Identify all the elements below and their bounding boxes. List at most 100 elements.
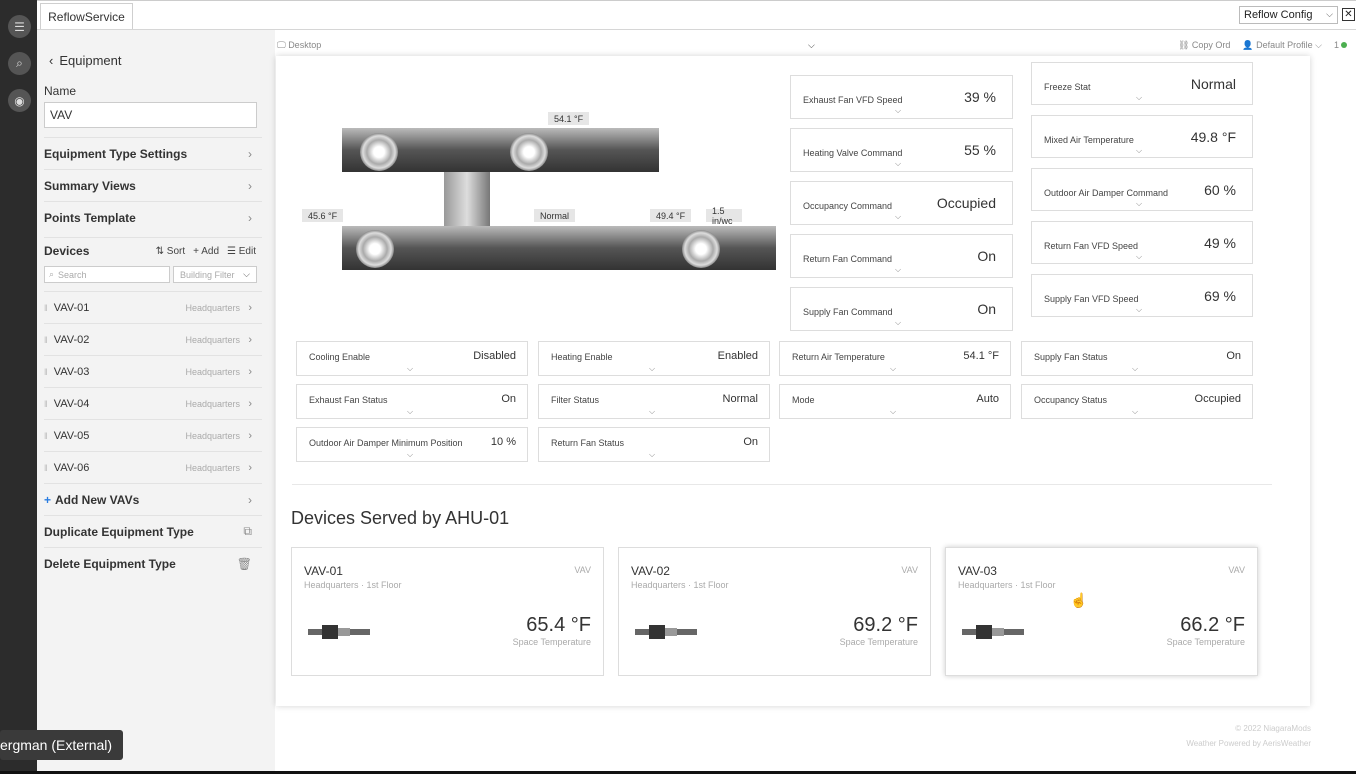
device-search-input[interactable]: ⌕ Search xyxy=(44,266,170,283)
device-row[interactable]: ‖ VAV-01 Headquarters › xyxy=(44,291,262,323)
chevron-down-icon[interactable]: ⌵ xyxy=(1136,93,1142,103)
point-label: Return Fan Status xyxy=(551,438,625,448)
vav-card[interactable]: VAV-03 VAV Headquarters · 1st Floor 66.2… xyxy=(945,547,1258,676)
chevron-down-icon[interactable]: ⌵ xyxy=(895,318,901,328)
search-icon[interactable]: ⌕ xyxy=(8,52,31,75)
chevron-down-icon[interactable]: ⌵ xyxy=(890,407,896,417)
point-card[interactable]: Occupancy Status Occupied ⌵ xyxy=(1021,384,1253,419)
point-card[interactable]: Heating Valve Command 55 % ⌵ xyxy=(790,128,1013,172)
point-card[interactable]: Mixed Air Temperature 49.8 °F ⌵ xyxy=(1031,115,1253,158)
chevron-down-icon[interactable]: ⌵ xyxy=(895,106,901,116)
profile-select[interactable]: 👤 Default Profile ⌵ xyxy=(1242,40,1322,51)
point-card[interactable]: Mode Auto ⌵ xyxy=(779,384,1011,419)
trash-icon: 🗑 xyxy=(236,556,252,571)
chevron-down-icon[interactable]: ⌵ xyxy=(649,407,655,417)
drag-handle-icon[interactable]: ‖ xyxy=(44,367,48,377)
point-card[interactable]: Outdoor Air Damper Minimum Position 10 % ⌵ xyxy=(296,427,528,462)
chevron-left-icon: ‹ xyxy=(49,53,54,68)
drag-handle-icon[interactable]: ‖ xyxy=(44,303,48,313)
point-label: Exhaust Fan VFD Speed xyxy=(803,95,903,105)
point-label: Outdoor Air Damper Minimum Position xyxy=(309,438,463,448)
point-value: 55 % xyxy=(964,142,996,158)
point-card[interactable]: Exhaust Fan Status On ⌵ xyxy=(296,384,528,419)
chevron-down-icon[interactable]: ⌵ xyxy=(649,450,655,460)
drag-handle-icon[interactable]: ‖ xyxy=(44,399,48,409)
add-button[interactable]: + Add xyxy=(193,246,219,257)
point-card[interactable]: Outdoor Air Damper Command 60 % ⌵ xyxy=(1031,168,1253,211)
duplicate-equipment-type-button[interactable]: Duplicate Equipment Type ⧉ xyxy=(44,515,262,547)
menu-icon[interactable]: ☰ xyxy=(8,15,31,38)
chevron-down-icon[interactable]: ⌵ xyxy=(895,212,901,222)
point-card[interactable]: Return Air Temperature 54.1 °F ⌵ xyxy=(779,341,1011,376)
chevron-right-icon: › xyxy=(248,301,252,314)
menu-label: Points Template xyxy=(44,210,136,225)
point-value: Normal xyxy=(722,393,758,405)
chevron-down-icon: ⌵ xyxy=(1326,9,1333,19)
building-filter-select[interactable]: Building Filter ⌵ xyxy=(173,266,257,283)
back-button[interactable]: ‹ Equipment xyxy=(49,53,122,68)
point-card[interactable]: Return Fan Status On ⌵ xyxy=(538,427,770,462)
point-card[interactable]: Return Fan VFD Speed 49 % ⌵ xyxy=(1031,221,1253,264)
close-icon[interactable]: ✕ xyxy=(1342,8,1355,21)
chevron-down-icon[interactable]: ⌵ xyxy=(895,265,901,275)
chevron-down-icon[interactable]: ⌵ xyxy=(1136,252,1142,262)
point-card[interactable]: Occupancy Command Occupied ⌵ xyxy=(790,181,1013,225)
sort-button[interactable]: ⇅ Sort xyxy=(156,246,186,257)
device-row[interactable]: ‖ VAV-06 Headquarters › xyxy=(44,451,262,483)
chevron-down-icon[interactable]: ⌵ xyxy=(1132,364,1138,374)
drag-handle-icon[interactable]: ‖ xyxy=(44,431,48,441)
section-divider xyxy=(292,484,1272,485)
chevron-down-icon[interactable]: ⌵ xyxy=(890,364,896,374)
edit-button[interactable]: ☰ Edit xyxy=(227,246,256,257)
drag-handle-icon[interactable]: ‖ xyxy=(44,463,48,473)
point-label: Exhaust Fan Status xyxy=(309,395,388,405)
chevron-down-icon[interactable]: ⌵ xyxy=(895,159,901,169)
connection-count: 1 xyxy=(1333,40,1339,50)
add-new-vavs-button[interactable]: + Add New VAVs › xyxy=(44,483,262,515)
app-tab[interactable]: ReflowService xyxy=(40,3,133,29)
point-card[interactable]: Cooling Enable Disabled ⌵ xyxy=(296,341,528,376)
copy-ord-button[interactable]: ⛓ Copy Ord xyxy=(1178,40,1230,51)
chevron-down-icon[interactable]: ⌵ xyxy=(1136,199,1142,209)
chevron-right-icon: › xyxy=(248,210,252,225)
chevron-down-icon[interactable]: ⌵ xyxy=(407,364,413,374)
device-row[interactable]: ‖ VAV-04 Headquarters › xyxy=(44,387,262,419)
device-row[interactable]: ‖ VAV-05 Headquarters › xyxy=(44,419,262,451)
sort-label: Sort xyxy=(166,246,186,257)
menu-label: Summary Views xyxy=(44,178,136,193)
vav-card[interactable]: VAV-01 VAV Headquarters · 1st Floor 65.4… xyxy=(291,547,604,676)
device-location: Headquarters xyxy=(185,398,240,409)
chevron-down-icon[interactable]: ⌵ xyxy=(1132,407,1138,417)
menu-summary-views[interactable]: Summary Views › xyxy=(44,169,262,201)
name-input[interactable]: VAV xyxy=(44,102,257,128)
point-card[interactable]: Freeze Stat Normal ⌵ xyxy=(1031,62,1253,105)
outdoor-air-temp-label: 45.6 °F xyxy=(302,209,344,222)
point-card[interactable]: Supply Fan VFD Speed 69 % ⌵ xyxy=(1031,274,1253,317)
chevron-down-icon[interactable]: ⌵ xyxy=(407,407,413,417)
point-card[interactable]: Supply Fan Status On ⌵ xyxy=(1021,341,1253,376)
search-icon: ⌕ xyxy=(49,269,55,279)
vav-card[interactable]: VAV-02 VAV Headquarters · 1st Floor 69.2… xyxy=(618,547,931,676)
chevron-right-icon: › xyxy=(248,333,252,346)
delete-equipment-type-button[interactable]: Delete Equipment Type 🗑 xyxy=(44,547,262,579)
device-row[interactable]: ‖ VAV-03 Headquarters › xyxy=(44,355,262,387)
point-value: 49 % xyxy=(1204,235,1236,251)
point-card[interactable]: Filter Status Normal ⌵ xyxy=(538,384,770,419)
point-card[interactable]: Heating Enable Enabled ⌵ xyxy=(538,341,770,376)
chevron-right-icon: › xyxy=(248,397,252,410)
point-card[interactable]: Supply Fan Command On ⌵ xyxy=(790,287,1013,331)
chevron-down-icon[interactable]: ⌵ xyxy=(1136,305,1142,315)
chevron-down-icon[interactable]: ⌵ xyxy=(649,364,655,374)
config-select[interactable]: Reflow Config ⌵ xyxy=(1239,6,1338,24)
menu-equipment-type-settings[interactable]: Equipment Type Settings › xyxy=(44,137,262,169)
chevron-down-icon[interactable]: ⌵ xyxy=(808,40,815,51)
menu-points-template[interactable]: Points Template › xyxy=(44,201,262,233)
point-card[interactable]: Return Fan Command On ⌵ xyxy=(790,234,1013,278)
chevron-down-icon[interactable]: ⌵ xyxy=(1136,146,1142,156)
desktop-view-toggle[interactable]: 🖵 Desktop xyxy=(277,40,321,51)
drag-handle-icon[interactable]: ‖ xyxy=(44,335,48,345)
chevron-down-icon[interactable]: ⌵ xyxy=(407,450,413,460)
device-row[interactable]: ‖ VAV-02 Headquarters › xyxy=(44,323,262,355)
point-card[interactable]: Exhaust Fan VFD Speed 39 % ⌵ xyxy=(790,75,1013,119)
globe-icon[interactable]: ◉ xyxy=(8,89,31,112)
